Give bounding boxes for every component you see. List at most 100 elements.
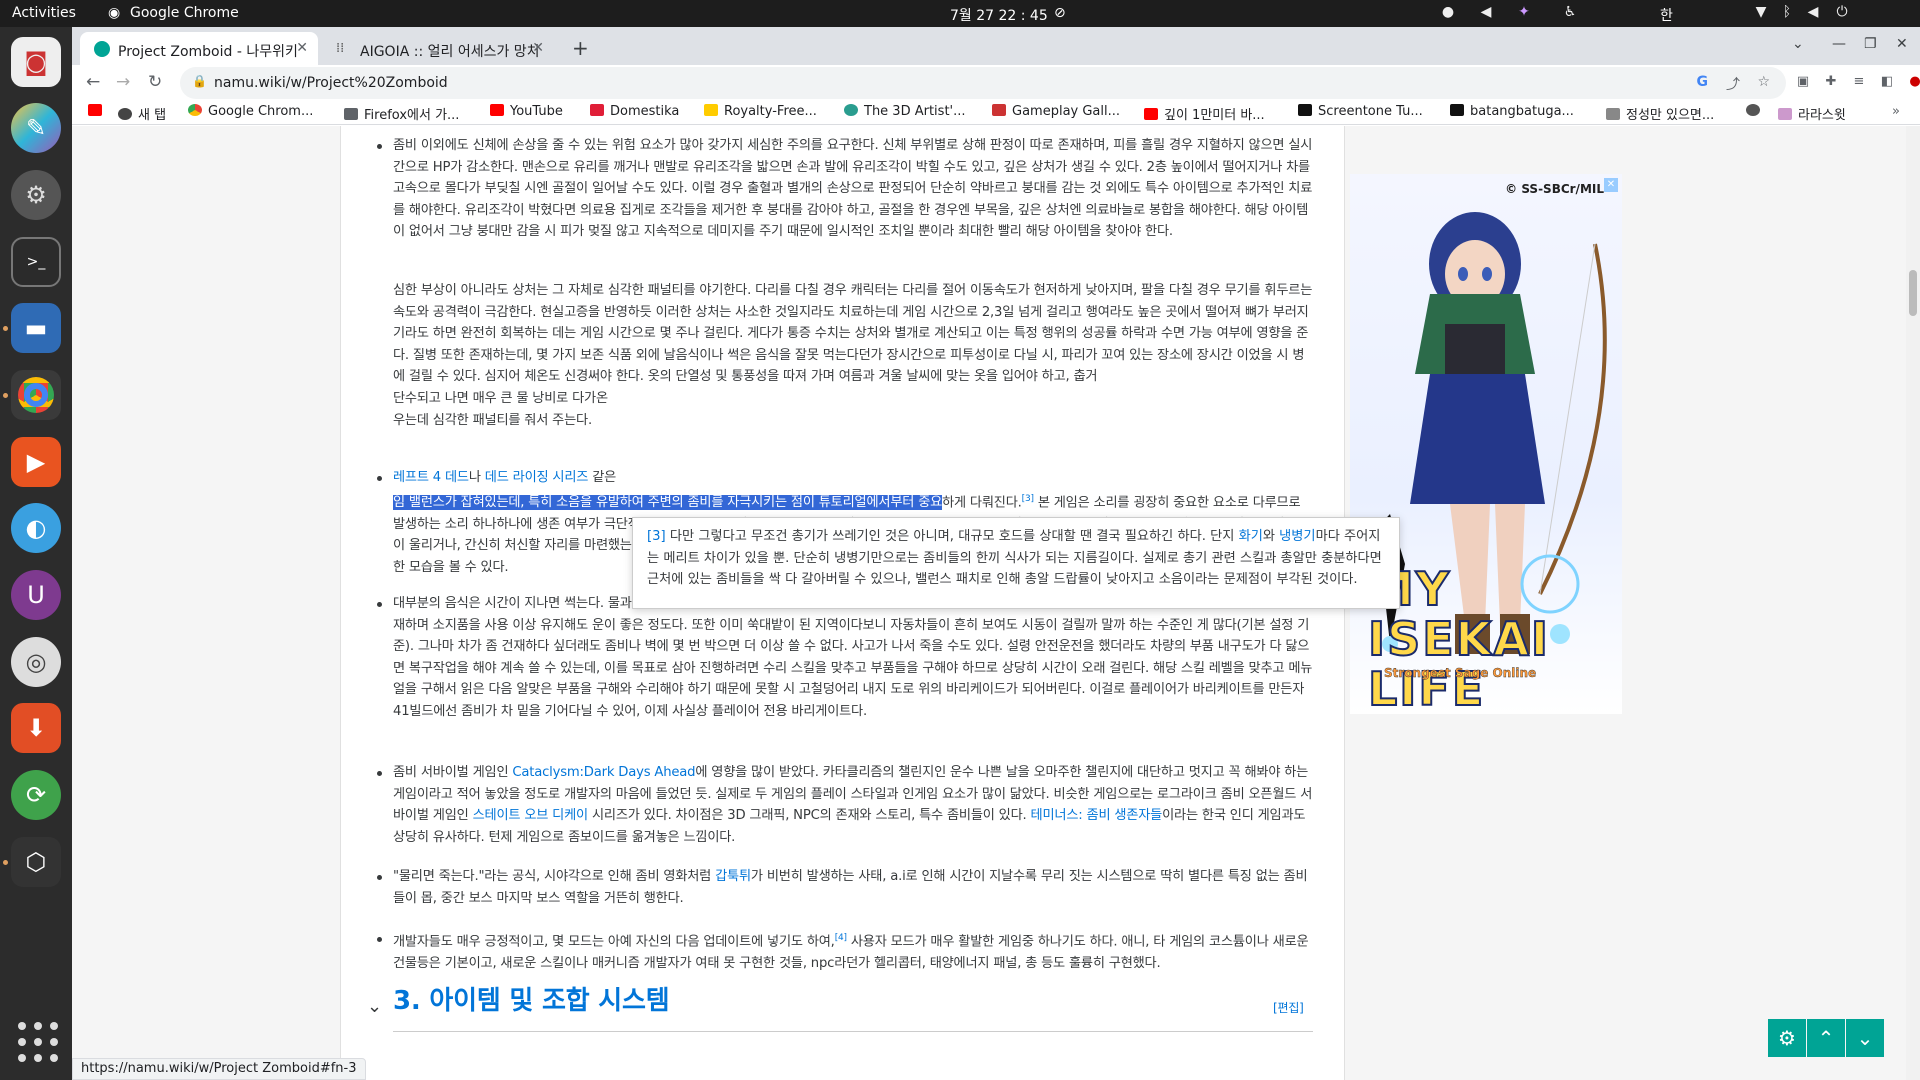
bookmark-item[interactable]: Gameplay Gall...	[992, 104, 1120, 119]
accessibility-icon[interactable]: ♿	[1562, 4, 1578, 20]
unity-app-icon[interactable]: ⬡	[11, 837, 61, 887]
settings-float-button[interactable]: ⚙	[1768, 1019, 1806, 1057]
bookmark-item[interactable]: Domestika	[590, 104, 679, 119]
ad-close-icon[interactable]: ✕	[1604, 178, 1618, 192]
bookmark-item[interactable]: 새 탭	[118, 104, 166, 123]
chrome-running-indicator	[3, 393, 8, 398]
settings-app-icon[interactable]: ⚙	[11, 170, 61, 220]
bookmark-item[interactable]: 라라스윗	[1778, 104, 1846, 123]
minimize-button[interactable]: —	[1832, 36, 1846, 52]
bookmark-globe-icon-only[interactable]	[1746, 104, 1766, 119]
sidebar-advertisement[interactable]: © SS-SBCr/MIL ✕ MY ISEKAI LIFE Strongest…	[1350, 174, 1622, 714]
reload-button[interactable]: ↻	[148, 72, 162, 92]
update-app-icon[interactable]: ⟳	[11, 770, 61, 820]
footnote-ref-3[interactable]: [3]	[1022, 494, 1034, 504]
input-method-indicator[interactable]: 한	[1660, 5, 1673, 25]
bookmark-item[interactable]: YouTube	[490, 104, 563, 119]
tab-search-icon[interactable]: ⌄	[1792, 36, 1804, 52]
footnote-backref[interactable]: [3]	[647, 529, 666, 544]
selected-text[interactable]: 임 밸런스가 잡혀있는데, 특히 소음을 유발하여 주변의 좀비를 자극시키는 …	[393, 494, 942, 510]
bullet-icon	[377, 602, 382, 607]
forward-button[interactable]: →	[116, 72, 130, 92]
color-tray-icon[interactable]: ✦	[1516, 4, 1532, 20]
close-window-button[interactable]: ✕	[1896, 36, 1908, 52]
scroll-bottom-float-button[interactable]: ⌄	[1846, 1019, 1884, 1057]
lock-icon[interactable]: 🔒	[192, 74, 207, 88]
address-bar[interactable]: 🔒 namu.wiki/w/Project%20Zomboid G ⤴ ☆	[180, 67, 1786, 99]
wifi-icon[interactable]: ▼	[1753, 4, 1769, 20]
screentone-icon	[1298, 104, 1312, 116]
do-not-disturb-icon: ⊘	[1054, 5, 1066, 21]
share-icon[interactable]: ⤴	[1726, 74, 1740, 94]
lara-icon	[1778, 108, 1792, 120]
media-player-app-icon[interactable]: ▶	[11, 437, 61, 487]
tab-project-zomboid[interactable]: Project Zomboid - 나무위키 ✕	[80, 32, 318, 65]
tab-aigoia[interactable]: ⁞⁞ AIGOIA :: 얼리 어세스가 망치 ✕	[322, 32, 554, 65]
files-app-icon[interactable]: ▬	[11, 303, 61, 353]
link-terminus[interactable]: 테미너스: 좀비 생존자들	[1031, 808, 1163, 823]
google-translate-icon[interactable]: G	[1697, 74, 1709, 90]
bookmark-star-icon[interactable]: ☆	[1757, 74, 1770, 90]
dock: ◙ ✎ ⚙ >_ ▬ ▶ ◐ U ◎ ⬇ ⟳ ⬡	[0, 27, 72, 1080]
download-app-icon[interactable]: ⬇	[11, 703, 61, 753]
link-firearms[interactable]: 화기	[1239, 529, 1263, 544]
steam-tray-icon[interactable]: ●	[1440, 4, 1456, 20]
ubuntu-software-app-icon[interactable]: U	[11, 570, 61, 620]
footnote-ref-4[interactable]: [4]	[835, 933, 847, 943]
page-scrollbar[interactable]	[1906, 126, 1920, 1080]
show-applications-button[interactable]	[14, 1018, 58, 1062]
extensions-puzzle-icon[interactable]: ✚	[1822, 74, 1840, 92]
krita-app-icon[interactable]: ◐	[11, 503, 61, 553]
bookmark-item[interactable]: 정성만 있으면...	[1606, 104, 1714, 123]
activities-button[interactable]: Activities	[12, 5, 76, 21]
scrollbar-thumb[interactable]	[1909, 270, 1917, 316]
close-tab-icon[interactable]: ✕	[296, 40, 308, 56]
tab-title: AIGOIA :: 얼리 어세스가 망치	[360, 44, 540, 60]
link-dead-rising[interactable]: 데드 라이징 시리즈	[485, 470, 589, 485]
text-fragment: 좀비 서바이벌 게임인	[393, 765, 513, 780]
new-tab-button[interactable]: +	[572, 36, 589, 60]
close-tab-icon[interactable]: ✕	[532, 40, 544, 56]
paint-app-icon[interactable]: ✎	[11, 103, 61, 153]
section-heading[interactable]: 3. 아이템 및 조합 시스템	[393, 988, 670, 1014]
bookmark-item[interactable]: Google Chrom...	[188, 104, 313, 119]
link-cataclysm[interactable]: Cataclysm:Dark Days Ahead	[512, 765, 695, 780]
reading-list-icon[interactable]: ≡	[1850, 74, 1868, 92]
ad-copyright: © SS-SBCr/MIL	[1505, 182, 1604, 196]
link-melee-weapons[interactable]: 냉병기	[1279, 529, 1315, 544]
power-icon[interactable]: ⏻	[1834, 4, 1850, 20]
scroll-top-float-button[interactable]: ⌃	[1807, 1019, 1845, 1057]
bookmark-item[interactable]: batangbatuga...	[1450, 104, 1574, 119]
page-viewport: 좀비 이외에도 신체에 손상을 줄 수 있는 위험 요소가 많아 갖가지 세심한…	[72, 126, 1920, 1080]
bookmark-item[interactable]: The 3D Artist'...	[844, 104, 966, 119]
profile-avatar-icon[interactable]: ●	[1906, 74, 1920, 92]
clock[interactable]: 7월 27 22 : 45	[950, 5, 1048, 25]
link-left4dead[interactable]: 레프트 4 데드	[393, 470, 469, 485]
terminal-app-icon[interactable]: >_	[11, 237, 61, 287]
paragraph-text-partial: 단수되고 나면 매우 큰 물 낭비로 다가온	[393, 390, 608, 406]
bookmark-folder[interactable]: Firefox에서 가...	[344, 104, 459, 123]
url-text[interactable]: namu.wiki/w/Project%20Zomboid	[214, 75, 448, 91]
link-state-of-decay[interactable]: 스테이트 오브 디케이	[473, 808, 589, 823]
extension-off-icon[interactable]: ▣	[1794, 74, 1812, 92]
section-collapse-chevron-icon[interactable]: ⌄	[367, 996, 382, 1018]
back-button[interactable]: ←	[86, 72, 100, 92]
telegram-tray-icon[interactable]: ◀	[1478, 4, 1494, 20]
edit-section-link[interactable]: [편집]	[1273, 998, 1304, 1020]
screenshot-app-icon[interactable]: ◙	[11, 37, 61, 87]
bookmark-item[interactable]: Royalty-Free...	[704, 104, 817, 119]
youtube-icon	[1144, 108, 1158, 120]
bookmark-item[interactable]: Screentone Tu...	[1298, 104, 1423, 119]
chrome-app-icon[interactable]	[11, 370, 61, 420]
app-name[interactable]: Google Chrome	[130, 5, 239, 21]
bookmark-youtube-icon-only[interactable]	[88, 104, 108, 119]
more-bookmarks-chevron-icon[interactable]: »	[1892, 104, 1900, 119]
volume-icon[interactable]: ◀	[1805, 4, 1821, 20]
bluetooth-icon[interactable]: ᛒ	[1779, 4, 1795, 20]
side-panel-icon[interactable]: ◧	[1878, 74, 1896, 92]
blender-app-icon[interactable]: ◎	[11, 637, 61, 687]
globe-icon	[118, 108, 132, 120]
link-jump-scare[interactable]: 갑툭튀	[715, 869, 751, 884]
bookmark-item[interactable]: 깊이 1만미터 바...	[1144, 104, 1265, 123]
maximize-button[interactable]: ❐	[1864, 36, 1877, 52]
